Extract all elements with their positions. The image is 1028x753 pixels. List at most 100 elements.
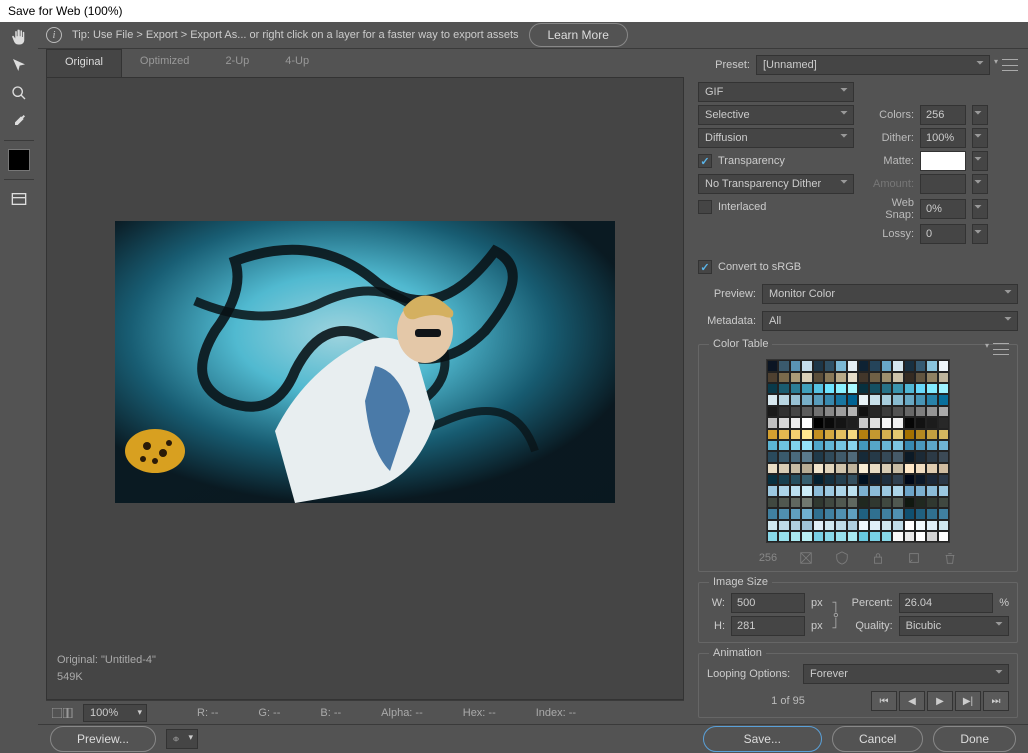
color-table-cell[interactable] — [824, 508, 835, 519]
color-table-cell[interactable] — [892, 394, 903, 405]
color-table-cell[interactable] — [790, 372, 801, 383]
color-table-cell[interactable] — [835, 440, 846, 451]
color-table-cell[interactable] — [835, 394, 846, 405]
color-table-cell[interactable] — [835, 463, 846, 474]
color-table-cell[interactable] — [892, 406, 903, 417]
eyedropper-color-swatch[interactable] — [8, 149, 30, 171]
color-table-cell[interactable] — [926, 417, 937, 428]
color-table-cell[interactable] — [869, 463, 880, 474]
color-table-cell[interactable] — [869, 508, 880, 519]
color-table-cell[interactable] — [858, 451, 869, 462]
zoom-tool[interactable] — [5, 82, 33, 104]
color-table-cell[interactable] — [926, 463, 937, 474]
color-table-cell[interactable] — [892, 417, 903, 428]
hand-tool[interactable] — [5, 26, 33, 48]
color-table-cell[interactable] — [801, 440, 812, 451]
color-table-cell[interactable] — [767, 360, 778, 371]
color-table-cell[interactable] — [813, 497, 824, 508]
color-table-cell[interactable] — [869, 429, 880, 440]
color-table-cell[interactable] — [778, 451, 789, 462]
color-table-cell[interactable] — [790, 429, 801, 440]
color-table-cell[interactable] — [926, 497, 937, 508]
preset-menu-icon[interactable] — [1002, 59, 1018, 71]
color-table-cell[interactable] — [801, 383, 812, 394]
color-table-cell[interactable] — [881, 463, 892, 474]
color-table-cell[interactable] — [778, 463, 789, 474]
color-table-cell[interactable] — [858, 394, 869, 405]
color-table-cell[interactable] — [892, 372, 903, 383]
color-table-cell[interactable] — [938, 463, 949, 474]
learn-more-button[interactable]: Learn More — [529, 23, 628, 47]
color-table-cell[interactable] — [801, 485, 812, 496]
color-table-cell[interactable] — [915, 429, 926, 440]
color-table-cell[interactable] — [813, 451, 824, 462]
color-table-cell[interactable] — [904, 429, 915, 440]
color-table-cell[interactable] — [904, 451, 915, 462]
color-table-cell[interactable] — [813, 474, 824, 485]
color-table-cell[interactable] — [835, 451, 846, 462]
color-table-cell[interactable] — [835, 406, 846, 417]
color-table-cell[interactable] — [813, 360, 824, 371]
color-table-cell[interactable] — [915, 520, 926, 531]
color-table-cell[interactable] — [892, 474, 903, 485]
color-table-cell[interactable] — [813, 406, 824, 417]
color-table-cell[interactable] — [938, 520, 949, 531]
color-table-cell[interactable] — [847, 497, 858, 508]
color-table-cell[interactable] — [813, 417, 824, 428]
matte-swatch[interactable] — [920, 151, 966, 171]
new-color-icon[interactable] — [907, 551, 921, 565]
color-table-cell[interactable] — [938, 417, 949, 428]
color-table-cell[interactable] — [881, 406, 892, 417]
color-table-cell[interactable] — [847, 383, 858, 394]
color-table-cell[interactable] — [767, 417, 778, 428]
lock-color-icon[interactable] — [871, 551, 885, 565]
color-table-cell[interactable] — [790, 531, 801, 542]
color-table-cell[interactable] — [824, 474, 835, 485]
color-table-cell[interactable] — [847, 531, 858, 542]
color-table-cell[interactable] — [938, 474, 949, 485]
height-input[interactable] — [731, 616, 805, 636]
color-table-cell[interactable] — [767, 383, 778, 394]
color-table-cell[interactable] — [835, 531, 846, 542]
color-table-cell[interactable] — [892, 440, 903, 451]
color-table-cell[interactable] — [847, 406, 858, 417]
color-table-cell[interactable] — [801, 474, 812, 485]
color-table-cell[interactable] — [824, 451, 835, 462]
prev-frame-button[interactable]: ◀ — [899, 691, 925, 711]
color-table-cell[interactable] — [858, 531, 869, 542]
color-table-cell[interactable] — [904, 520, 915, 531]
color-table-cell[interactable] — [801, 531, 812, 542]
color-table-cell[interactable] — [858, 360, 869, 371]
color-table-cell[interactable] — [813, 508, 824, 519]
color-table-cell[interactable] — [869, 406, 880, 417]
color-table-cell[interactable] — [847, 508, 858, 519]
color-table-cell[interactable] — [926, 429, 937, 440]
browser-preview-select[interactable] — [166, 729, 198, 749]
color-table-cell[interactable] — [790, 485, 801, 496]
color-table-cell[interactable] — [801, 360, 812, 371]
color-table-cell[interactable] — [926, 474, 937, 485]
color-table-cell[interactable] — [847, 485, 858, 496]
transparency-dither-select[interactable]: No Transparency Dither — [698, 174, 854, 194]
percent-input[interactable] — [899, 593, 994, 613]
color-table-cell[interactable] — [892, 531, 903, 542]
color-table-cell[interactable] — [881, 485, 892, 496]
color-table-cell[interactable] — [824, 417, 835, 428]
color-table-cell[interactable] — [847, 360, 858, 371]
matte-dropdown[interactable] — [972, 151, 988, 171]
color-table-cell[interactable] — [813, 520, 824, 531]
color-table-cell[interactable] — [892, 520, 903, 531]
color-table-cell[interactable] — [904, 497, 915, 508]
color-table-cell[interactable] — [767, 520, 778, 531]
lossy-input[interactable]: 0 — [920, 224, 966, 244]
color-table-cell[interactable] — [824, 360, 835, 371]
color-table-cell[interactable] — [813, 372, 824, 383]
color-table-cell[interactable] — [881, 520, 892, 531]
color-table-cell[interactable] — [824, 429, 835, 440]
map-transparent-icon[interactable] — [799, 551, 813, 565]
color-table-cell[interactable] — [892, 463, 903, 474]
color-table-cell[interactable] — [767, 497, 778, 508]
color-table-cell[interactable] — [881, 474, 892, 485]
color-table-cell[interactable] — [869, 440, 880, 451]
color-table-cell[interactable] — [778, 497, 789, 508]
